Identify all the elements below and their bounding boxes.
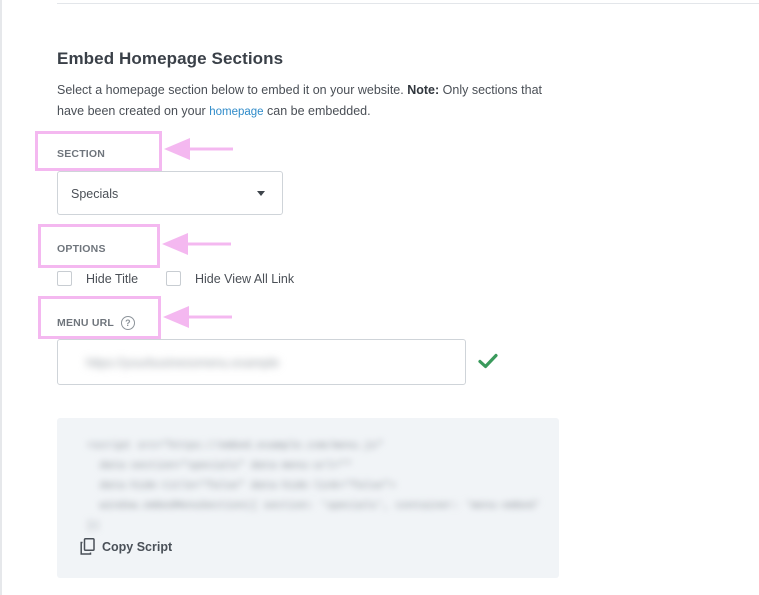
homepage-link[interactable]: homepage bbox=[209, 106, 263, 118]
section-label-highlight bbox=[35, 131, 162, 171]
annotation-arrow-icon bbox=[163, 306, 232, 328]
section-description: Select a homepage section below to embed… bbox=[57, 80, 567, 123]
menu-url-value: https://yourbusinessmenu.example bbox=[86, 356, 280, 370]
annotation-arrow-icon bbox=[164, 138, 233, 160]
check-icon bbox=[478, 353, 498, 369]
description-text-end: can be embedded. bbox=[263, 104, 371, 118]
hide-title-label: Hide Title bbox=[86, 271, 139, 286]
hide-title-option[interactable]: Hide Title bbox=[57, 271, 138, 286]
embed-page: Embed Homepage Sections Select a homepag… bbox=[0, 0, 759, 595]
section-select-value: Specials bbox=[71, 187, 119, 201]
hide-title-checkbox[interactable] bbox=[57, 271, 72, 286]
chevron-down-icon bbox=[257, 191, 265, 196]
hide-view-all-label: Hide View All Link bbox=[195, 271, 295, 286]
section-title: Embed Homepage Sections bbox=[57, 49, 284, 68]
embed-script-box: <script src="https://embed.example.com/m… bbox=[57, 418, 559, 578]
description-text-start: Select a homepage section below to embed… bbox=[57, 83, 408, 97]
embed-script-code: <script src="https://embed.example.com/m… bbox=[87, 440, 541, 532]
options-label-highlight bbox=[38, 224, 160, 268]
annotation-arrow-icon bbox=[162, 233, 231, 255]
hide-view-all-checkbox[interactable] bbox=[166, 271, 181, 286]
left-border bbox=[0, 0, 2, 595]
copy-icon bbox=[80, 538, 95, 555]
top-divider bbox=[57, 3, 759, 4]
section-select[interactable]: Specials bbox=[57, 171, 283, 215]
menu-url-label-highlight bbox=[38, 296, 161, 339]
copy-script-button[interactable]: Copy Script bbox=[80, 538, 172, 555]
note-label: Note: bbox=[407, 83, 440, 97]
hide-view-all-option[interactable]: Hide View All Link bbox=[166, 271, 294, 286]
copy-script-label: Copy Script bbox=[102, 539, 173, 554]
menu-url-input[interactable]: https://yourbusinessmenu.example bbox=[57, 339, 466, 385]
